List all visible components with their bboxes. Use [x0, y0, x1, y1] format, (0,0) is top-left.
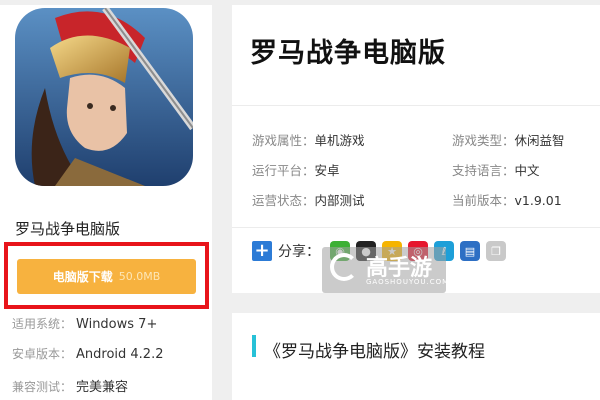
- share-plus-icon[interactable]: +: [252, 241, 272, 261]
- attr-value: 安卓: [314, 163, 340, 178]
- section-title: 《罗马战争电脑版》安装教程: [264, 342, 485, 362]
- attr-game-type: 游戏类型：休闲益智: [452, 130, 565, 149]
- app-icon[interactable]: [15, 8, 193, 186]
- meta-android-version: 安卓版本： Android 4.2.2: [12, 345, 164, 362]
- section-accent-bar: [252, 335, 256, 357]
- attr-value: 内部测试: [314, 193, 365, 208]
- meta-label: 适用系统：: [12, 317, 73, 331]
- watermark-logo-icon: [330, 253, 358, 281]
- attr-label: 游戏类型：: [452, 133, 515, 148]
- attr-label: 当前版本：: [452, 193, 515, 208]
- page-title: 罗马战争电脑版: [250, 38, 446, 69]
- meta-value: Android 4.2.2: [76, 347, 164, 362]
- download-label: 电脑版下载: [52, 270, 113, 284]
- attr-value[interactable]: 休闲益智: [515, 133, 565, 148]
- share-label: 分享：: [278, 244, 320, 260]
- meta-system: 适用系统： Windows 7+: [12, 315, 157, 332]
- attr-label: 支持语言：: [452, 163, 515, 178]
- attr-value: 中文: [514, 163, 540, 178]
- divider: [232, 227, 600, 228]
- watermark-domain: GAOSHOUYOU.COM: [366, 278, 450, 286]
- install-guide-card: 《罗马战争电脑版》安装教程: [232, 313, 600, 400]
- attr-language: 支持语言：中文: [452, 160, 540, 179]
- attr-platform: 运行平台：安卓: [252, 160, 340, 179]
- attr-value: v1.9.01: [514, 193, 562, 208]
- download-highlight-frame: 电脑版下载 50.0MB: [4, 242, 209, 309]
- meta-compatibility: 兼容测试： 完美兼容: [12, 376, 128, 395]
- attr-value: 单机游戏: [314, 133, 365, 148]
- download-size: 50.0MB: [118, 270, 161, 283]
- pc-download-button[interactable]: 电脑版下载 50.0MB: [17, 259, 196, 294]
- attr-status: 运营状态：内部测试: [252, 190, 365, 209]
- attr-label: 运营状态：: [252, 193, 315, 208]
- copy-icon[interactable]: ❐: [486, 241, 506, 261]
- attr-label: 游戏属性：: [252, 133, 315, 148]
- app-name: 罗马战争电脑版: [15, 220, 121, 238]
- app-summary-card: 罗马战争电脑版 电脑版下载 50.0MB 适用系统： Windows 7+ 安卓版…: [0, 5, 212, 400]
- meta-label: 兼容测试：: [12, 380, 73, 394]
- print-icon[interactable]: ▤: [460, 241, 480, 261]
- meta-value: Windows 7+: [76, 317, 158, 332]
- attr-version: 当前版本：v1.9.01: [452, 190, 562, 209]
- attr-game-property: 游戏属性：单机游戏: [252, 130, 365, 149]
- attr-label: 运行平台：: [252, 163, 315, 178]
- divider: [232, 105, 600, 106]
- meta-value: 完美兼容: [76, 380, 129, 395]
- site-watermark: 高手游 GAOSHOUYOU.COM: [322, 247, 450, 293]
- meta-label: 安卓版本：: [12, 347, 73, 361]
